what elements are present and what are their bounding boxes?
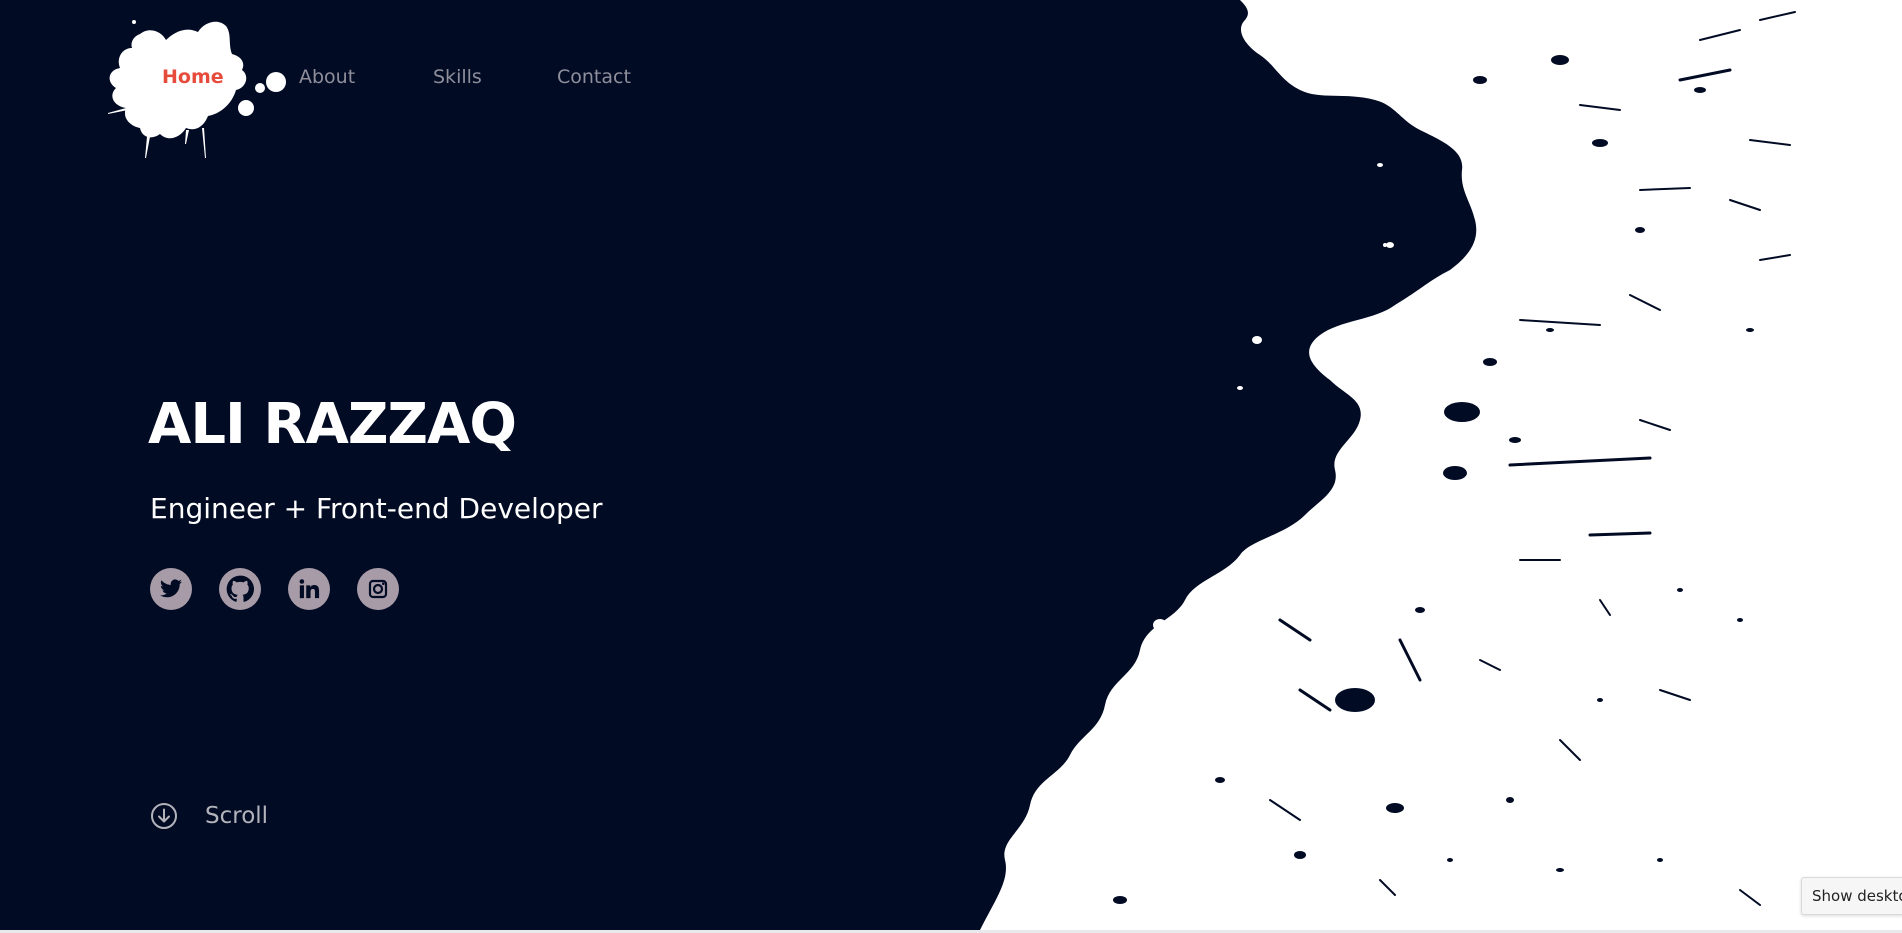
instagram-link[interactable]	[357, 568, 399, 610]
ink-blob-icon	[108, 20, 286, 158]
instagram-icon	[368, 579, 388, 599]
linkedin-link[interactable]	[288, 568, 330, 610]
main-nav: Home About Skills Contact	[0, 0, 800, 160]
nav-contact-link[interactable]: Contact	[557, 66, 631, 88]
page-right-gutter	[1800, 0, 1902, 933]
arrow-down-circle-icon	[151, 803, 177, 829]
hero-title: ALI RAZZAQ	[148, 392, 517, 457]
show-desktop-tooltip: Show desktop	[1801, 877, 1902, 915]
hero-section: Home About Skills Contact ALI RAZZAQ Eng…	[0, 0, 1800, 930]
social-links	[150, 568, 399, 610]
tooltip-text: Show desktop	[1812, 887, 1902, 905]
scroll-down-link[interactable]: Scroll	[150, 802, 268, 830]
github-link[interactable]	[219, 568, 261, 610]
twitter-link[interactable]	[150, 568, 192, 610]
linkedin-icon	[299, 579, 320, 599]
nav-skills-link[interactable]: Skills	[433, 66, 482, 88]
ink-splash-main	[980, 0, 1800, 930]
nav-about-link[interactable]: About	[299, 66, 355, 88]
nav-home-link[interactable]: Home	[162, 66, 224, 88]
scroll-label: Scroll	[205, 803, 269, 829]
github-icon	[226, 575, 254, 602]
hero-subtitle: Engineer + Front-end Developer	[150, 492, 603, 525]
twitter-icon	[160, 579, 182, 598]
page: Home About Skills Contact ALI RAZZAQ Eng…	[0, 0, 1902, 933]
